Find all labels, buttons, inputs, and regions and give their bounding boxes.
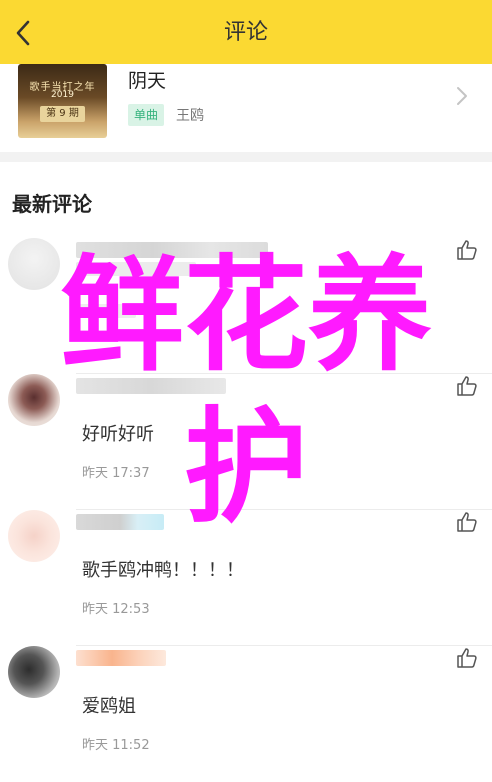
comment-text: 歌手鸥冲鸭！！！！ xyxy=(82,560,244,581)
song-card[interactable]: 歌手当打之年 2019 第 9 期 阴天 单曲 王鸥 xyxy=(0,64,492,154)
thumbs-up-icon[interactable] xyxy=(455,646,479,670)
comment-item xyxy=(0,238,492,374)
cover-year: 2019 xyxy=(51,90,74,100)
chevron-left-icon xyxy=(16,20,30,46)
user-name-blurred[interactable] xyxy=(76,242,268,258)
avatar[interactable] xyxy=(8,646,60,698)
back-button[interactable] xyxy=(6,14,40,52)
section-title: 最新评论 xyxy=(12,192,92,216)
comment-text: 爱鸥姐 xyxy=(82,696,136,717)
comment-text: 好听好听 xyxy=(82,424,154,445)
thumbs-up-icon[interactable] xyxy=(455,374,479,398)
comment-time: 昨天 11:52 xyxy=(82,738,150,753)
comment-item: 爱鸥姐 昨天 11:52 xyxy=(0,646,492,782)
chevron-right-icon xyxy=(457,87,467,105)
section-divider xyxy=(0,152,492,162)
thumbs-up-icon[interactable] xyxy=(455,510,479,534)
page-title: 评论 xyxy=(223,20,268,45)
comment-time: 昨天 17:37 xyxy=(82,466,150,481)
comment-item: 好听好听 昨天 17:37 xyxy=(0,374,492,510)
album-cover: 歌手当打之年 2019 第 9 期 xyxy=(18,64,107,138)
cover-episode: 第 9 期 xyxy=(40,106,85,122)
avatar[interactable] xyxy=(8,374,60,426)
thumbs-up-icon[interactable] xyxy=(455,238,479,262)
user-name-blurred[interactable] xyxy=(76,514,164,530)
avatar[interactable] xyxy=(8,238,60,290)
song-title: 阴天 xyxy=(128,70,167,92)
user-name-blurred[interactable] xyxy=(76,378,226,394)
comment-time: 昨天 12:53 xyxy=(82,602,150,617)
user-name-blurred[interactable] xyxy=(76,650,166,666)
top-bar: 评论 xyxy=(0,0,492,64)
avatar[interactable] xyxy=(8,510,60,562)
comment-item: 歌手鸥冲鸭！！！！ 昨天 12:53 xyxy=(0,510,492,646)
artist-name: 王鸥 xyxy=(176,108,204,124)
single-badge: 单曲 xyxy=(128,104,165,126)
